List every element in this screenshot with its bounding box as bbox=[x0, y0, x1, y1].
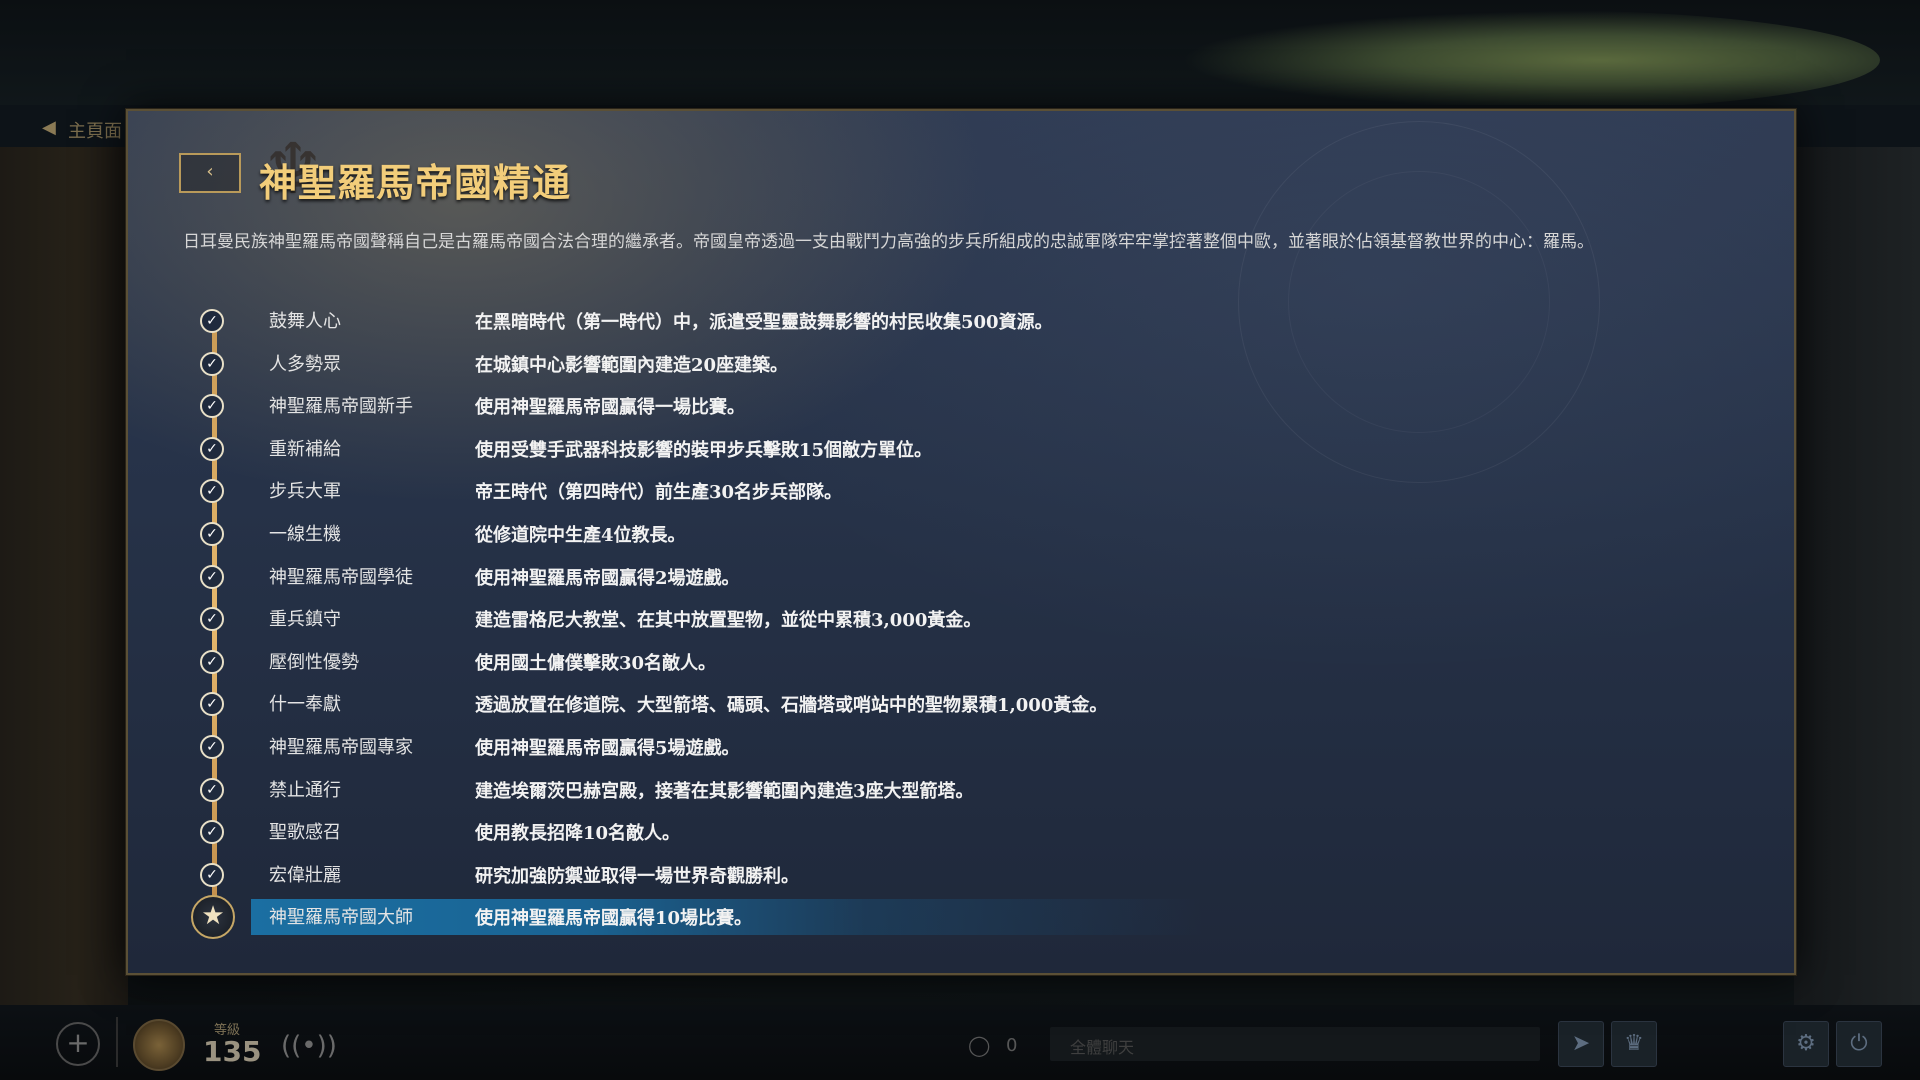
achievement-name: 壓倒性優勢 bbox=[269, 651, 359, 673]
achievement-name: 神聖羅馬帝國專家 bbox=[269, 736, 413, 758]
power-icon[interactable]: ⏻ bbox=[1836, 1021, 1882, 1067]
achievement-row[interactable]: ✓ 聖歌感召 使用教長招降10名敵人。 bbox=[183, 810, 1743, 853]
achievement-requirement: 使用神聖羅馬帝國贏得10場比賽。 bbox=[475, 908, 753, 930]
selection-highlight bbox=[251, 899, 1611, 936]
check-icon: ✓ bbox=[200, 692, 224, 717]
achievement-requirement: 建造埃爾茨巴赫宮殿，接著在其影響範圍內建造3座大型箭塔。 bbox=[475, 780, 974, 802]
achievement-row[interactable]: ✓ 鼓舞人心 在黑暗時代（第一時代）中，派遣受聖靈鼓舞影響的村民收集500資源。 bbox=[183, 299, 1743, 342]
achievement-name: 禁止通行 bbox=[269, 779, 341, 801]
bottom-bar: + 等級 135 ((•)) ◯ 0 全體聊天 ➤ ♛ ⚙ ⏻ bbox=[0, 1005, 1920, 1080]
check-icon: ✓ bbox=[200, 862, 224, 887]
achievement-row[interactable]: ✓ 神聖羅馬帝國學徒 使用神聖羅馬帝國贏得2場遊戲。 bbox=[183, 555, 1743, 598]
check-icon: ✓ bbox=[200, 564, 224, 589]
crown-icon[interactable]: ♛ bbox=[1611, 1021, 1657, 1067]
chat-placeholder: 全體聊天 bbox=[1070, 1038, 1135, 1057]
level-value: 135 bbox=[203, 1035, 262, 1068]
achievement-row[interactable]: ✓ 宏偉壯麗 研究加強防禦並取得一場世界奇觀勝利。 bbox=[183, 853, 1743, 896]
online-users-count: 0 bbox=[1006, 1035, 1018, 1056]
achievement-name: 重兵鎮守 bbox=[269, 609, 341, 631]
achievement-name: 聖歌感召 bbox=[269, 822, 341, 844]
check-icon: ✓ bbox=[200, 777, 224, 802]
connection-icon: ((•)) bbox=[281, 1031, 337, 1061]
achievement-requirement: 使用受雙手武器科技影響的裝甲步兵擊敗15個敵方單位。 bbox=[475, 439, 933, 461]
navigation-icon[interactable]: ➤ bbox=[1558, 1021, 1604, 1067]
achievement-name: 什一奉獻 bbox=[269, 694, 341, 716]
achievement-row[interactable]: ✓ 一線生機 從修道院中生產4位教長。 bbox=[183, 512, 1743, 555]
achievement-name: 重新補給 bbox=[269, 438, 341, 460]
bottom-bar-divider bbox=[116, 1017, 118, 1067]
achievement-name: 一線生機 bbox=[269, 523, 341, 545]
achievement-name: 神聖羅馬帝國學徒 bbox=[269, 566, 413, 588]
achievement-requirement: 使用國土傭僕擊敗30名敵人。 bbox=[475, 652, 717, 674]
achievement-name: 神聖羅馬帝國新手 bbox=[269, 396, 413, 418]
achievement-row[interactable]: ✓ 步兵大軍 帝王時代（第四時代）前生產30名步兵部隊。 bbox=[183, 469, 1743, 512]
background-left-scroll bbox=[0, 147, 128, 1007]
achievement-requirement: 建造雷格尼大教堂、在其中放置聖物，並從中累積3,000黃金。 bbox=[475, 610, 982, 632]
achievement-requirement: 從修道院中生產4位教長。 bbox=[475, 524, 686, 546]
check-icon: ✓ bbox=[200, 309, 224, 333]
online-users-icon[interactable]: ◯ bbox=[968, 1033, 990, 1057]
settings-icon[interactable]: ⚙ bbox=[1783, 1021, 1829, 1067]
check-icon: ✓ bbox=[200, 820, 224, 845]
achievement-name: 步兵大軍 bbox=[269, 481, 341, 503]
achievement-requirement: 使用神聖羅馬帝國贏得一場比賽。 bbox=[475, 397, 745, 419]
check-icon: ✓ bbox=[200, 607, 224, 632]
achievement-name: 神聖羅馬帝國大師 bbox=[269, 907, 413, 929]
background-breadcrumb: 主頁面 bbox=[68, 121, 122, 142]
background-back-icon: ◀ bbox=[42, 117, 56, 138]
achievement-name: 鼓舞人心 bbox=[269, 311, 341, 332]
check-icon: ✓ bbox=[200, 649, 224, 674]
civilization-description: 日耳曼民族神聖羅馬帝國聲稱自己是古羅馬帝國合法合理的繼承者。帝國皇帝透過一支由戰… bbox=[183, 232, 1594, 252]
achievement-requirement: 帝王時代（第四時代）前生產30名步兵部隊。 bbox=[475, 482, 843, 504]
mastery-star-icon: ★ bbox=[191, 895, 235, 940]
achievement-requirement: 研究加強防禦並取得一場世界奇觀勝利。 bbox=[475, 865, 799, 887]
mastery-panel: ♆ ‹ 神聖羅馬帝國精通 日耳曼民族神聖羅馬帝國聲稱自己是古羅馬帝國合法合理的繼… bbox=[126, 109, 1796, 975]
back-button[interactable]: ‹ bbox=[179, 153, 241, 193]
check-icon: ✓ bbox=[200, 734, 224, 759]
achievement-row[interactable]: ✓ 人多勢眾 在城鎮中心影響範圍內建造20座建築。 bbox=[183, 342, 1743, 385]
achievement-row-selected[interactable]: ★ 神聖羅馬帝國大師 使用神聖羅馬帝國贏得10場比賽。 bbox=[183, 895, 1743, 940]
check-icon: ✓ bbox=[200, 521, 224, 546]
player-emblem-icon[interactable] bbox=[133, 1019, 185, 1071]
achievement-row[interactable]: ✓ 重兵鎮守 建造雷格尼大教堂、在其中放置聖物，並從中累積3,000黃金。 bbox=[183, 597, 1743, 640]
background-right-edge bbox=[1794, 147, 1920, 1007]
achievement-row[interactable]: ✓ 神聖羅馬帝國專家 使用神聖羅馬帝國贏得5場遊戲。 bbox=[183, 725, 1743, 768]
achievement-requirement: 使用神聖羅馬帝國贏得5場遊戲。 bbox=[475, 737, 740, 759]
achievement-row[interactable]: ✓ 禁止通行 建造埃爾茨巴赫宮殿，接著在其影響範圍內建造3座大型箭塔。 bbox=[183, 768, 1743, 811]
achievement-requirement: 在城鎮中心影響範圍內建造20座建築。 bbox=[475, 354, 789, 376]
check-icon: ✓ bbox=[200, 351, 224, 376]
achievement-name: 人多勢眾 bbox=[269, 353, 341, 375]
achievement-row[interactable]: ✓ 什一奉獻 透過放置在修道院、大型箭塔、碼頭、石牆塔或哨站中的聖物累積1,00… bbox=[183, 682, 1743, 725]
background-island bbox=[1180, 10, 1880, 110]
achievement-row[interactable]: ✓ 壓倒性優勢 使用國土傭僕擊敗30名敵人。 bbox=[183, 640, 1743, 683]
achievement-name: 宏偉壯麗 bbox=[269, 864, 341, 886]
achievement-list: ✓ 鼓舞人心 在黑暗時代（第一時代）中，派遣受聖靈鼓舞影響的村民收集500資源。… bbox=[183, 299, 1743, 940]
page-title: 神聖羅馬帝國精通 bbox=[259, 161, 572, 205]
achievement-row[interactable]: ✓ 神聖羅馬帝國新手 使用神聖羅馬帝國贏得一場比賽。 bbox=[183, 384, 1743, 427]
check-icon: ✓ bbox=[200, 479, 224, 504]
chat-input[interactable]: 全體聊天 bbox=[1050, 1027, 1540, 1061]
achievement-requirement: 在黑暗時代（第一時代）中，派遣受聖靈鼓舞影響的村民收集500資源。 bbox=[475, 312, 1053, 333]
achievement-requirement: 透過放置在修道院、大型箭塔、碼頭、石牆塔或哨站中的聖物累積1,000黃金。 bbox=[475, 695, 1108, 717]
achievement-row[interactable]: ✓ 重新補給 使用受雙手武器科技影響的裝甲步兵擊敗15個敵方單位。 bbox=[183, 427, 1743, 470]
check-icon: ✓ bbox=[200, 394, 224, 419]
check-icon: ✓ bbox=[200, 436, 224, 461]
add-friend-button[interactable]: + bbox=[56, 1022, 100, 1066]
achievement-requirement: 使用神聖羅馬帝國贏得2場遊戲。 bbox=[475, 567, 740, 589]
achievement-requirement: 使用教長招降10名敵人。 bbox=[475, 823, 681, 845]
